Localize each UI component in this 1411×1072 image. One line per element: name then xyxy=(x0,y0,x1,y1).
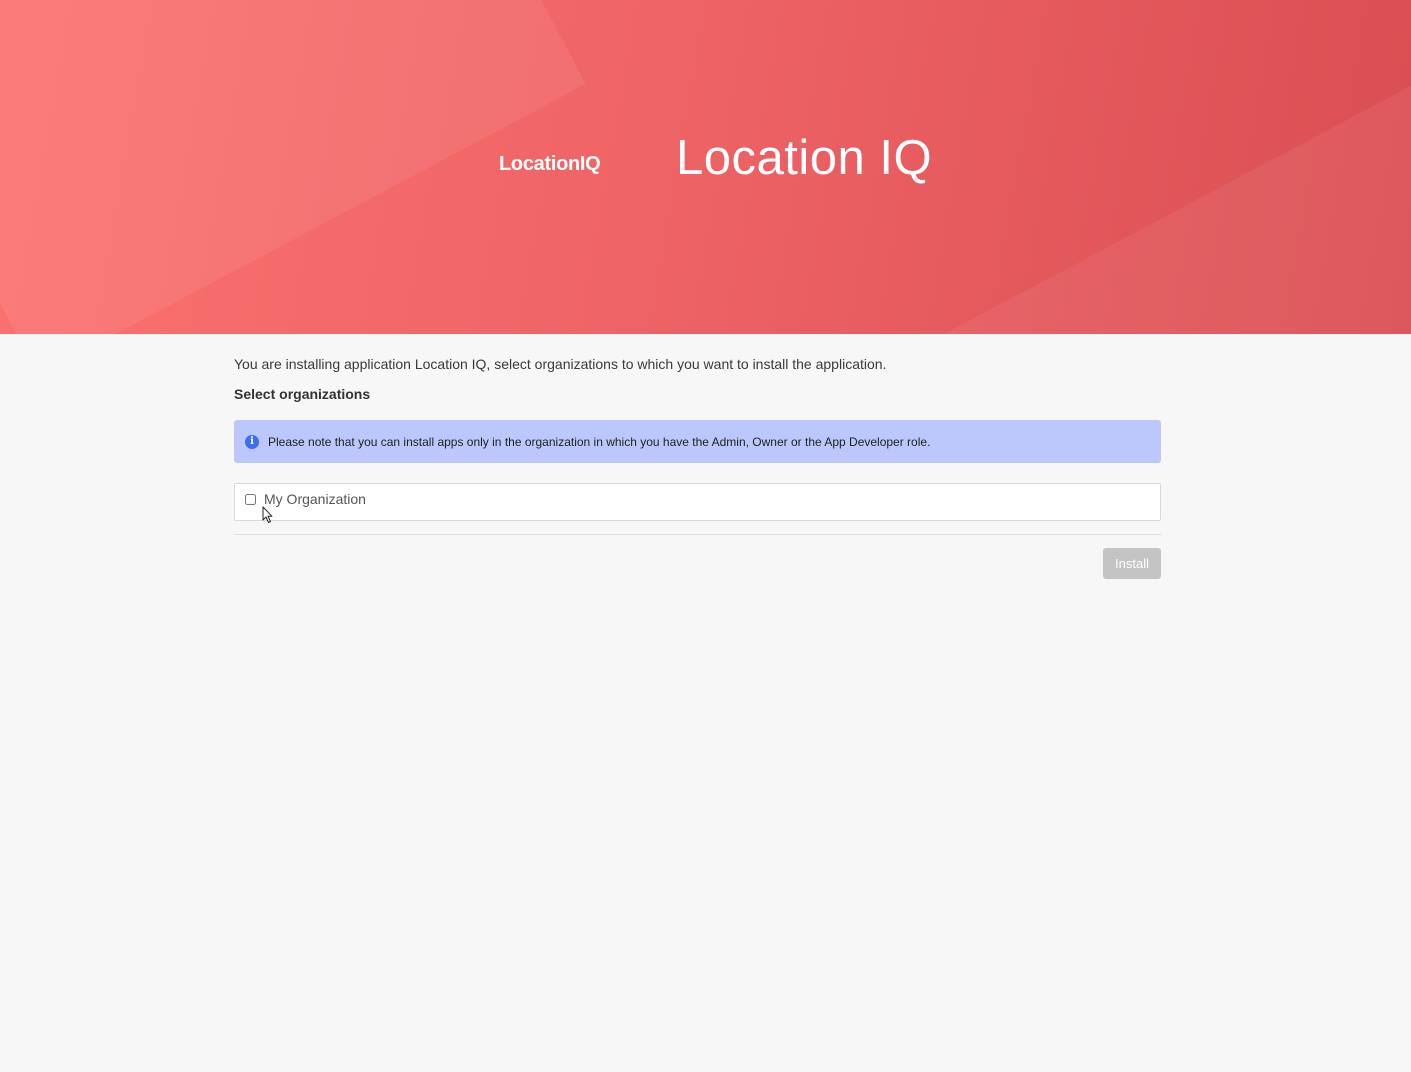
app-logo: LocationIQ xyxy=(499,153,601,176)
install-button[interactable]: Install xyxy=(1103,548,1161,579)
banner-decoration xyxy=(928,79,1411,334)
info-icon: i xyxy=(245,434,259,449)
header-banner: LocationIQ Location IQ xyxy=(0,0,1411,334)
organization-label: My Organization xyxy=(264,491,366,507)
banner-decoration xyxy=(0,0,586,334)
info-notice: i Please note that you can install apps … xyxy=(234,420,1161,463)
logo-text: LocationIQ xyxy=(499,153,601,175)
mouse-cursor-icon xyxy=(262,506,273,523)
intro-text: You are installing application Location … xyxy=(234,356,887,372)
app-title: Location IQ xyxy=(676,131,933,185)
divider xyxy=(234,534,1161,535)
organization-option[interactable]: My Organization xyxy=(234,483,1161,521)
notice-text: Please note that you can install apps on… xyxy=(268,434,931,449)
section-title: Select organizations xyxy=(234,386,371,402)
organization-checkbox[interactable] xyxy=(245,493,256,505)
